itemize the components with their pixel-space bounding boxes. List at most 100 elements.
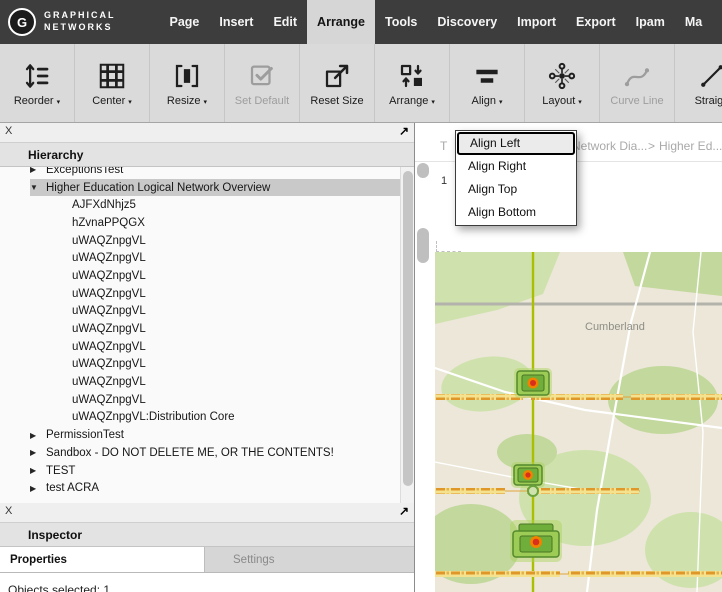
diagram-scrollbar-piece[interactable] xyxy=(417,163,429,178)
tree-item[interactable]: ▶Sandbox - DO NOT DELETE ME, OR THE CONT… xyxy=(30,444,400,462)
tree-item[interactable]: uWAQZnpgVL xyxy=(30,232,400,250)
center-icon xyxy=(97,61,127,91)
expand-panel-icon[interactable]: ↗ xyxy=(399,505,409,517)
selection-status-text: Objects selected: 1 xyxy=(8,583,110,592)
tree-item[interactable]: ▶test ACRA xyxy=(30,479,400,497)
tree-item[interactable]: AJFXdNhjz5 xyxy=(30,196,400,214)
tree-item[interactable]: uWAQZnpgVL xyxy=(30,249,400,267)
resize-icon xyxy=(172,61,202,91)
dropdown-caret-icon: ▾ xyxy=(499,98,503,106)
junction-node[interactable] xyxy=(528,486,538,496)
selection-marquee xyxy=(436,241,461,252)
chevron-collapsed-icon[interactable]: ▶ xyxy=(30,448,46,457)
menu-item-align-left[interactable]: Align Left xyxy=(457,132,575,155)
dropdown-caret-icon: ▾ xyxy=(128,98,132,106)
tree-item[interactable]: ▶PermissionTest xyxy=(30,426,400,444)
tree-item[interactable]: uWAQZnpgVL xyxy=(30,338,400,356)
expand-panel-icon[interactable]: ↗ xyxy=(399,125,409,137)
tree-item[interactable]: uWAQZnpgVL xyxy=(30,391,400,409)
tree-item[interactable]: uWAQZnpgVL xyxy=(30,356,400,374)
set-default-button: Set Default xyxy=(225,44,300,122)
tree-item-label: uWAQZnpgVL xyxy=(72,323,146,335)
chevron-collapsed-icon[interactable]: ▶ xyxy=(30,167,46,174)
tree-item[interactable]: hZvnaPPQGX xyxy=(30,214,400,232)
hierarchy-scrollbar[interactable] xyxy=(400,167,414,503)
reorder-button[interactable]: Reorder▾ xyxy=(0,44,75,122)
straight-line-button[interactable]: Straigh xyxy=(675,44,722,122)
tree-item-label: uWAQZnpgVL xyxy=(72,305,146,317)
toolbar-button-label: Align xyxy=(472,95,496,107)
align-icon xyxy=(472,61,502,91)
breadcrumb-separator: > xyxy=(648,139,655,153)
map-city-label: Cumberland xyxy=(585,321,645,333)
breadcrumb-segment[interactable]: Higher Ed... xyxy=(659,139,722,153)
tree-item-label: uWAQZnpgVL xyxy=(72,394,146,406)
device-node[interactable] xyxy=(511,462,545,488)
tree-item[interactable]: ▶TEST xyxy=(30,462,400,480)
dropdown-caret-icon: ▾ xyxy=(431,98,435,106)
reset-size-button[interactable]: Reset Size xyxy=(300,44,375,122)
hierarchy-tree-container: ▶ExceptionsTest▼Higher Education Logical… xyxy=(0,167,400,503)
breadcrumb-segment[interactable]: T xyxy=(440,139,447,153)
menu-item-insert[interactable]: Insert xyxy=(209,0,263,44)
arrange-button[interactable]: Arrange▾ xyxy=(375,44,450,122)
menu-item-align-bottom[interactable]: Align Bottom xyxy=(457,201,575,224)
device-node[interactable] xyxy=(514,368,552,398)
diagram-scrollbar-thumb[interactable] xyxy=(417,228,429,263)
dropdown-caret-icon: ▾ xyxy=(204,98,208,106)
tree-item-label: uWAQZnpgVL xyxy=(72,235,146,247)
scrollbar-thumb[interactable] xyxy=(403,171,413,486)
menu-item-align-right[interactable]: Align Right xyxy=(457,155,575,178)
toolbar-button-label: Center xyxy=(92,95,125,107)
close-icon[interactable]: X xyxy=(5,126,12,137)
align-button[interactable]: Align▾ xyxy=(450,44,525,122)
menu-item-export[interactable]: Export xyxy=(566,0,626,44)
layout-button[interactable]: Layout▾ xyxy=(525,44,600,122)
device-node[interactable] xyxy=(510,520,562,562)
toolbar-button-label: Reset Size xyxy=(310,95,363,107)
tree-item[interactable]: uWAQZnpgVL xyxy=(30,320,400,338)
app-logo: G GRAPHICAL NETWORKS xyxy=(0,0,116,44)
toolbar-button-label: Curve Line xyxy=(610,95,663,107)
toolbar-button-label: Reorder xyxy=(14,95,54,107)
close-icon[interactable]: X xyxy=(5,506,12,517)
menu-item-tools[interactable]: Tools xyxy=(375,0,427,44)
menu-item-align-top[interactable]: Align Top xyxy=(457,178,575,201)
tree-item[interactable]: uWAQZnpgVL xyxy=(30,285,400,303)
menu-item-ma[interactable]: Ma xyxy=(675,0,712,44)
menu-item-ipam[interactable]: Ipam xyxy=(626,0,675,44)
tab-properties[interactable]: Properties xyxy=(0,547,205,572)
tree-item[interactable]: uWAQZnpgVL:Distribution Core xyxy=(30,409,400,427)
menu-item-import[interactable]: Import xyxy=(507,0,566,44)
menu-item-discovery[interactable]: Discovery xyxy=(427,0,507,44)
toolbar-button-label: Layout xyxy=(542,95,575,107)
tree-item[interactable]: uWAQZnpgVL xyxy=(30,303,400,321)
tab-settings[interactable]: Settings xyxy=(205,547,414,572)
chevron-expanded-icon[interactable]: ▼ xyxy=(30,183,46,192)
inspector-panel-titlebar: X ↗ xyxy=(0,503,414,523)
menu-item-edit[interactable]: Edit xyxy=(263,0,307,44)
tree-item[interactable]: ▼Higher Education Logical Network Overvi… xyxy=(30,179,400,197)
menu-item-page[interactable]: Page xyxy=(160,0,210,44)
toolbar-button-label: Straigh xyxy=(695,95,722,107)
inspector-title: Inspector xyxy=(28,528,82,542)
straight-line-icon xyxy=(697,61,722,91)
map[interactable]: Cumberland xyxy=(435,252,722,592)
tree-item[interactable]: uWAQZnpgVL xyxy=(30,373,400,391)
inspector-panel-header: Inspector xyxy=(0,523,414,547)
tree-item-label: Higher Education Logical Network Overvie… xyxy=(46,182,270,194)
tree-item[interactable]: uWAQZnpgVL xyxy=(30,267,400,285)
tree-item-label: uWAQZnpgVL xyxy=(72,270,146,282)
chevron-collapsed-icon[interactable]: ▶ xyxy=(30,484,46,493)
chevron-collapsed-icon[interactable]: ▶ xyxy=(30,466,46,475)
center-button[interactable]: Center▾ xyxy=(75,44,150,122)
menu-item-arrange[interactable]: Arrange xyxy=(307,0,375,44)
chevron-collapsed-icon[interactable]: ▶ xyxy=(30,431,46,440)
breadcrumb-segment[interactable]: Network Dia... xyxy=(572,139,647,153)
toolbar-button-label: Arrange xyxy=(389,95,428,107)
tree-item-label: uWAQZnpgVL xyxy=(72,252,146,264)
tree-item[interactable]: ▶ExceptionsTest xyxy=(30,167,400,179)
page-list-item[interactable]: 1 xyxy=(441,175,447,187)
resize-button[interactable]: Resize▾ xyxy=(150,44,225,122)
map-canvas[interactable]: Cumberland xyxy=(435,252,722,592)
